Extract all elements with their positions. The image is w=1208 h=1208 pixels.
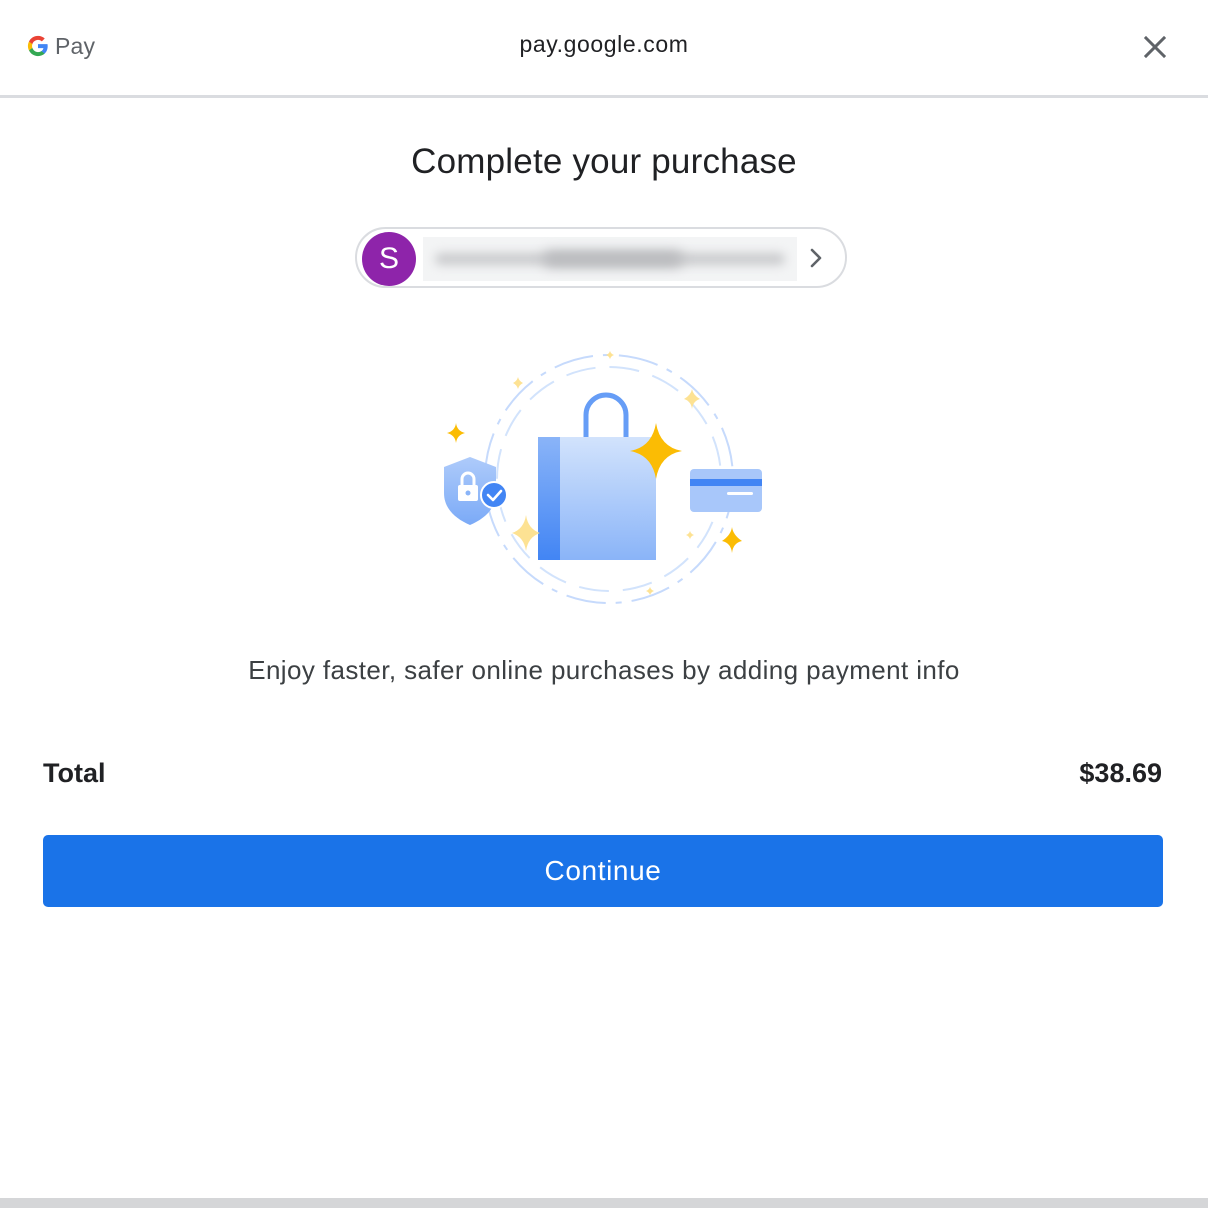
total-amount: $38.69	[1079, 758, 1162, 788]
description-text: Enjoy faster, safer online purchases by …	[248, 655, 960, 685]
site-domain: pay.google.com	[519, 31, 689, 57]
window-bottom-edge	[0, 1198, 1208, 1208]
credit-card-icon	[690, 469, 762, 512]
dialog-header: Pay pay.google.com	[0, 0, 1208, 98]
continue-button[interactable]: Continue	[43, 835, 1163, 907]
close-button[interactable]	[1138, 30, 1172, 64]
account-selector[interactable]: S	[355, 227, 847, 288]
chevron-right-icon	[810, 248, 822, 268]
avatar: S	[362, 232, 416, 286]
page-title: Complete your purchase	[411, 142, 797, 181]
bag-handle	[583, 392, 629, 437]
google-pay-dialog: Pay pay.google.com Complete your purchas…	[0, 0, 1208, 1208]
total-label: Total	[43, 758, 106, 788]
close-icon	[1144, 36, 1166, 58]
account-email-redacted	[423, 237, 797, 281]
shopping-bag-illustration	[444, 351, 762, 604]
bag-front	[560, 437, 656, 560]
bag-side	[538, 437, 560, 560]
